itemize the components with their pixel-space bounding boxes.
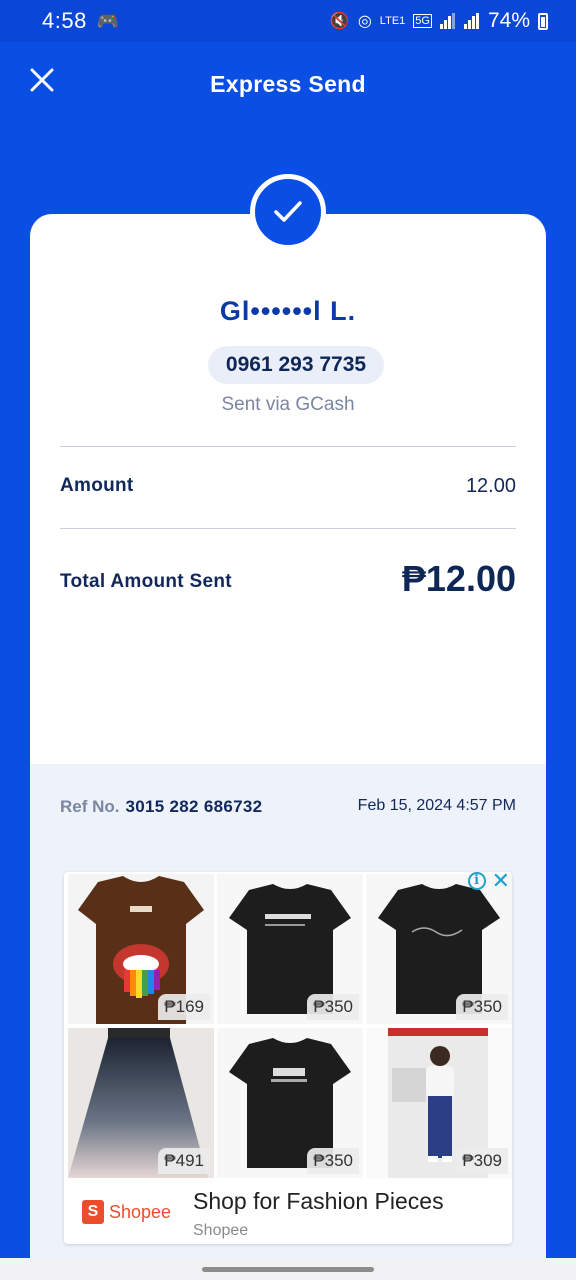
recipient-name: Gl••••••l L.: [219, 296, 357, 326]
shopee-logo: S Shopee: [82, 1200, 171, 1224]
ad-close-icon[interactable]: ✕: [492, 872, 510, 892]
ad-product-tile[interactable]: ₱350: [366, 874, 512, 1024]
home-gesture-handle[interactable]: [202, 1267, 374, 1272]
ad-product-tile[interactable]: ₱309: [366, 1028, 512, 1178]
receipt-footer: Ref No. 3015 282 686732 Feb 15, 2024 4:57…: [30, 764, 546, 1274]
close-icon: [30, 68, 54, 92]
ad-product-grid: ₱169 ₱350 ₱350 ₱491 ₱350 ₱309: [66, 872, 512, 1178]
success-check-badge: [250, 174, 326, 250]
game-controller-icon: 🎮: [96, 10, 120, 31]
product-price: ₱491: [158, 1148, 210, 1174]
checkmark-icon: [274, 201, 302, 222]
app-header: Express Send: [0, 42, 576, 126]
total-amount: ₱12.00: [401, 558, 516, 599]
ref-label: Ref No.: [60, 797, 120, 816]
amount-label: Amount: [60, 475, 134, 496]
ad-product-tile[interactable]: ₱350: [217, 874, 363, 1024]
ad-product-tile[interactable]: ₱169: [68, 874, 214, 1024]
ref-value: 3015 282 686732: [125, 797, 263, 816]
system-nav-bar: [0, 1258, 576, 1280]
divider: [60, 446, 516, 447]
carrier-label: LTE1: [379, 15, 406, 27]
product-price: ₱309: [456, 1148, 508, 1174]
reference-number: Ref No. 3015 282 686732: [60, 797, 262, 817]
recipient-phone: 0961 293 7735: [208, 346, 384, 384]
status-time: 4:58: [42, 8, 87, 33]
ad-footer[interactable]: S Shopee Shop for Fashion Pieces Shopee: [64, 1178, 512, 1244]
shopee-ad[interactable]: i ✕ ₱169 ₱350 ₱350 ₱491 ₱350 ₱309 S Shop…: [64, 872, 512, 1244]
battery-percent: 74%: [487, 9, 530, 32]
hotspot-icon: ◎: [357, 13, 372, 30]
shopee-bag-icon: S: [82, 1200, 104, 1224]
ad-product-tile[interactable]: ₱491: [68, 1028, 214, 1178]
product-price: ₱350: [456, 994, 508, 1020]
mute-icon: 🔇: [329, 13, 350, 30]
signal-icon: [439, 13, 456, 29]
ad-info-icon[interactable]: i: [467, 872, 486, 890]
amount-value: 12.00: [465, 475, 516, 497]
sent-via-label: Sent via GCash: [221, 394, 355, 415]
status-icons: 🔇 ◎ LTE1 5G 74%: [330, 9, 548, 33]
divider: [60, 528, 516, 529]
receipt-card: Gl••••••l L. 0961 293 7735 Sent via GCas…: [30, 214, 546, 1274]
battery-icon: [538, 12, 548, 30]
ad-headline: Shop for Fashion Pieces: [193, 1188, 444, 1214]
transaction-date: Feb 15, 2024 4:57 PM: [357, 797, 516, 814]
product-price: ₱169: [158, 994, 210, 1020]
shopee-brand: Shopee: [109, 1201, 172, 1222]
ad-advertiser: Shopee: [193, 1222, 249, 1239]
ad-product-tile[interactable]: ₱350: [217, 1028, 363, 1178]
product-price: ₱350: [307, 1148, 359, 1174]
total-label: Total Amount Sent: [60, 571, 232, 592]
status-bar: 4:58 🎮 🔇 ◎ LTE1 5G 74%: [0, 0, 576, 42]
product-price: ₱350: [307, 994, 359, 1020]
network-label: 5G: [413, 14, 432, 28]
page-title: Express Send: [210, 70, 366, 97]
close-button[interactable]: [28, 66, 56, 94]
signal-icon-2: [463, 13, 480, 29]
ad-controls: i ✕: [467, 872, 510, 892]
